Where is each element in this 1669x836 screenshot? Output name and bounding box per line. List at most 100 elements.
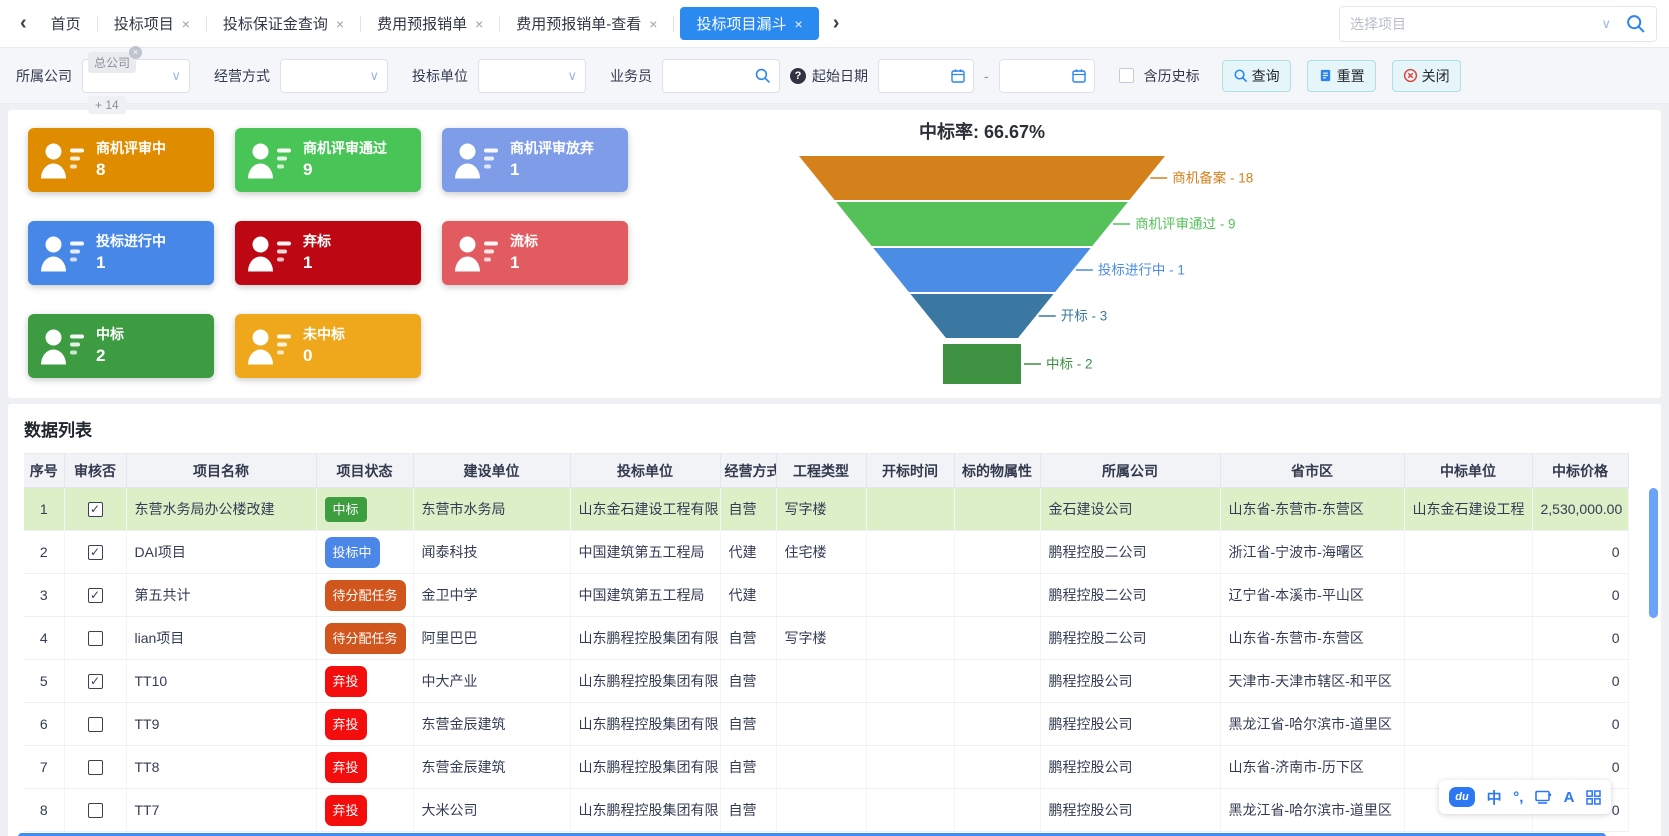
tab-close-icon[interactable]: × <box>475 16 483 32</box>
checkbox-icon[interactable]: ✓ <box>88 588 103 603</box>
mode-select[interactable]: ∨ <box>280 59 388 93</box>
column-header[interactable]: 项目状态 <box>316 454 413 488</box>
chevron-down-icon: ∨ <box>171 68 181 84</box>
column-header[interactable]: 建设单位 <box>413 454 570 488</box>
cell-bid-unit: 中国建筑第五工程局 <box>570 531 720 574</box>
row-checkbox[interactable]: ✓ <box>64 531 126 574</box>
font-tool-icon[interactable]: A <box>1564 789 1575 806</box>
cell-win-unit <box>1404 660 1532 703</box>
table-row[interactable]: 2✓DAI项目投标中闻泰科技中国建筑第五工程局代建住宅楼鹏程控股二公司浙江省-宁… <box>24 531 1628 574</box>
tab-close-icon[interactable]: × <box>795 16 803 32</box>
tab-3[interactable]: 投标保证金查询× <box>207 7 360 40</box>
table-row[interactable]: 3✓第五共计待分配任务金卫中学中国建筑第五工程局代建鹏程控股二公司辽宁省-本溪市… <box>24 574 1628 617</box>
tab-close-icon[interactable]: × <box>336 16 344 32</box>
column-header[interactable]: 经营方式 <box>720 454 776 488</box>
tab-4[interactable]: 费用预报销单× <box>361 7 499 40</box>
checkbox-icon[interactable]: ✓ <box>88 674 103 689</box>
salesman-input[interactable] <box>662 59 780 93</box>
punctuation-icon[interactable]: °, <box>1513 789 1523 806</box>
tab-1[interactable]: 首页 <box>35 7 97 40</box>
cell-company: 鹏程控股二公司 <box>1040 574 1220 617</box>
status-card[interactable]: 未中标0 <box>235 314 421 378</box>
column-header[interactable]: 所属公司 <box>1040 454 1220 488</box>
tag-close-icon[interactable]: × <box>129 46 142 59</box>
reset-button[interactable]: 重置 <box>1307 60 1376 92</box>
search-icon <box>754 67 771 84</box>
checkbox-icon[interactable] <box>88 717 103 732</box>
ime-logo-icon[interactable]: du <box>1449 787 1475 807</box>
funnel-slice[interactable] <box>910 294 1053 338</box>
checkbox-icon[interactable] <box>88 803 103 818</box>
funnel-label: 投标进行中 - 1 <box>1098 263 1185 278</box>
status-card[interactable]: 投标进行中1 <box>28 221 214 285</box>
funnel-slice[interactable] <box>943 344 1021 384</box>
status-card[interactable]: 商机评审中8 <box>28 128 214 192</box>
tab-label: 费用预报销单-查看 <box>516 13 641 34</box>
query-button[interactable]: 查询 <box>1222 60 1291 92</box>
table-row[interactable]: 1✓东营水务局办公楼改建中标东营市水务局山东金石建设工程有限自营写字楼金石建设公… <box>24 488 1628 531</box>
table-row[interactable]: 7TT8弃投东营金辰建筑山东鹏程控股集团有限自营鹏程控股公司山东省-济南市-历下… <box>24 746 1628 789</box>
checkbox-icon[interactable]: ✓ <box>88 502 103 517</box>
cell-region: 浙江省-宁波市-海曙区 <box>1220 531 1404 574</box>
tab-6[interactable]: 投标项目漏斗 × <box>680 7 818 40</box>
project-select[interactable]: 选择项目 ∨ <box>1339 6 1657 42</box>
table-row[interactable]: 5✓TT10弃投中大产业山东鹏程控股集团有限自营鹏程控股公司天津市-天津市辖区-… <box>24 660 1628 703</box>
checkbox-icon[interactable] <box>88 631 103 646</box>
company-more-tag[interactable]: + 14 <box>88 96 126 114</box>
history-checkbox[interactable] <box>1119 68 1134 83</box>
virtual-keyboard-icon[interactable] <box>1535 790 1552 805</box>
start-date-input[interactable] <box>878 59 974 93</box>
column-header[interactable]: 投标单位 <box>570 454 720 488</box>
checkbox-icon[interactable]: ✓ <box>88 545 103 560</box>
calendar-icon <box>1071 68 1087 84</box>
card-title: 流标 <box>510 233 538 251</box>
status-card[interactable]: 弃标1 <box>235 221 421 285</box>
column-header[interactable]: 工程类型 <box>776 454 866 488</box>
tabs-back-icon[interactable]: ‹ <box>12 12 35 35</box>
row-checkbox[interactable]: ✓ <box>64 488 126 531</box>
funnel-slice[interactable] <box>836 202 1128 246</box>
row-checkbox[interactable]: ✓ <box>64 660 126 703</box>
tabs-forward-icon[interactable]: › <box>825 12 848 35</box>
column-header[interactable]: 中标单位 <box>1404 454 1532 488</box>
row-checkbox[interactable] <box>64 746 126 789</box>
column-header[interactable]: 审核否 <box>64 454 126 488</box>
column-header[interactable]: 序号 <box>24 454 64 488</box>
funnel-slice[interactable] <box>873 248 1090 292</box>
status-card[interactable]: 商机评审放弃1 <box>442 128 628 192</box>
data-list-panel: 数据列表 序号审核否项目名称项目状态建设单位投标单位经营方式工程类型开标时间标的… <box>8 404 1661 836</box>
table-row[interactable]: 6TT9弃投东营金辰建筑山东鹏程控股集团有限自营鹏程控股公司黑龙江省-哈尔滨市-… <box>24 703 1628 746</box>
help-icon[interactable]: ? <box>790 68 806 84</box>
tab-close-icon[interactable]: × <box>182 16 190 32</box>
row-checkbox[interactable] <box>64 703 126 746</box>
bid-unit-select[interactable]: ∨ <box>478 59 586 93</box>
status-card[interactable]: 中标2 <box>28 314 214 378</box>
status-badge: 弃投 <box>325 709 367 740</box>
search-icon[interactable] <box>1625 13 1646 34</box>
column-header[interactable]: 标的物属性 <box>954 454 1040 488</box>
status-card[interactable]: 流标1 <box>442 221 628 285</box>
vertical-scrollbar[interactable] <box>1649 488 1658 618</box>
table-row[interactable]: 4lian项目待分配任务阿里巴巴山东鹏程控股集团有限自营写字楼鹏程控股二公司山东… <box>24 617 1628 660</box>
column-header[interactable]: 项目名称 <box>126 454 316 488</box>
column-header[interactable]: 省市区 <box>1220 454 1404 488</box>
checkbox-icon[interactable] <box>88 760 103 775</box>
end-date-input[interactable] <box>999 59 1095 93</box>
column-header[interactable]: 开标时间 <box>866 454 954 488</box>
company-select[interactable]: 总公司× + 14 ∨ <box>82 59 190 93</box>
tab-label: 投标项目漏斗 <box>696 13 786 34</box>
menu-grid-icon[interactable] <box>1586 790 1601 805</box>
status-badge: 中标 <box>325 497 367 522</box>
tab-2[interactable]: 投标项目× <box>98 7 206 40</box>
status-card[interactable]: 商机评审通过9 <box>235 128 421 192</box>
tab-close-icon[interactable]: × <box>649 16 657 32</box>
row-checkbox[interactable] <box>64 617 126 660</box>
row-checkbox[interactable]: ✓ <box>64 574 126 617</box>
tab-5[interactable]: 费用预报销单-查看 × <box>500 7 673 40</box>
chinese-mode-icon[interactable]: 中 <box>1487 787 1502 808</box>
table-row[interactable]: 8TT7弃投大米公司山东鹏程控股集团有限自营鹏程控股公司黑龙江省-哈尔滨市-道里… <box>24 789 1628 832</box>
close-button[interactable]: 关闭 <box>1392 60 1461 92</box>
column-header[interactable]: 中标价格 <box>1532 454 1628 488</box>
funnel-slice[interactable] <box>799 156 1165 200</box>
row-checkbox[interactable] <box>64 789 126 832</box>
